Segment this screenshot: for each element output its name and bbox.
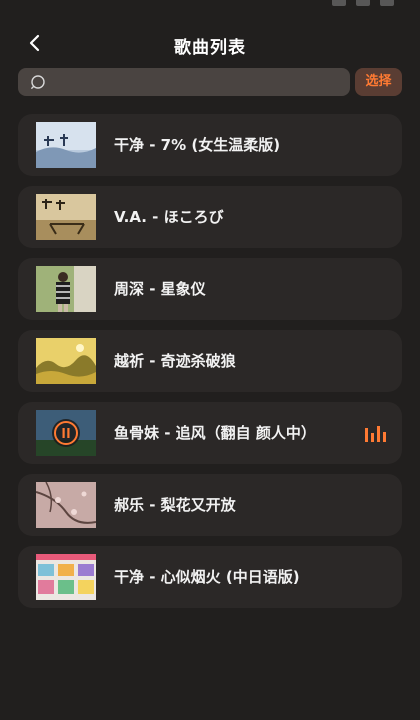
header: 歌曲列表: [0, 26, 420, 62]
song-title: 干净 - 心似烟火 (中日语版): [114, 568, 300, 586]
song-item[interactable]: 干净 - 心似烟火 (中日语版): [18, 546, 402, 608]
status-icons: [332, 0, 394, 6]
search-input[interactable]: [54, 68, 344, 96]
page-title: 歌曲列表: [174, 38, 246, 58]
select-button[interactable]: 选择: [355, 68, 402, 96]
song-item[interactable]: 周深 - 星象仪: [18, 258, 402, 320]
song-item-playing[interactable]: 鱼骨妹 - 追风（翻自 颜人中）: [18, 402, 402, 464]
song-title: 周深 - 星象仪: [114, 280, 206, 298]
album-cover: [36, 554, 96, 600]
album-cover: [36, 410, 96, 456]
song-item[interactable]: 越祈 - 奇迹杀破狼: [18, 330, 402, 392]
song-title: 鱼骨妹 - 追风（翻自 颜人中）: [114, 424, 316, 442]
album-cover: [36, 482, 96, 528]
search-icon: [31, 75, 45, 89]
song-item[interactable]: V.A. - ほころび: [18, 186, 402, 248]
equalizer-icon: [365, 426, 386, 442]
song-item[interactable]: 郝乐 - 梨花又开放: [18, 474, 402, 536]
song-item[interactable]: 干净 - 7% (女生温柔版): [18, 114, 402, 176]
song-title: V.A. - ほころび: [114, 208, 224, 226]
song-title: 郝乐 - 梨花又开放: [114, 496, 236, 514]
status-bar: [0, 0, 420, 14]
song-title: 越祈 - 奇迹杀破狼: [114, 352, 236, 370]
album-cover: [36, 266, 96, 312]
album-cover: [36, 122, 96, 168]
song-title: 干净 - 7% (女生温柔版): [114, 136, 281, 154]
album-cover: [36, 338, 96, 384]
search-bar[interactable]: [18, 68, 350, 96]
album-cover: [36, 194, 96, 240]
